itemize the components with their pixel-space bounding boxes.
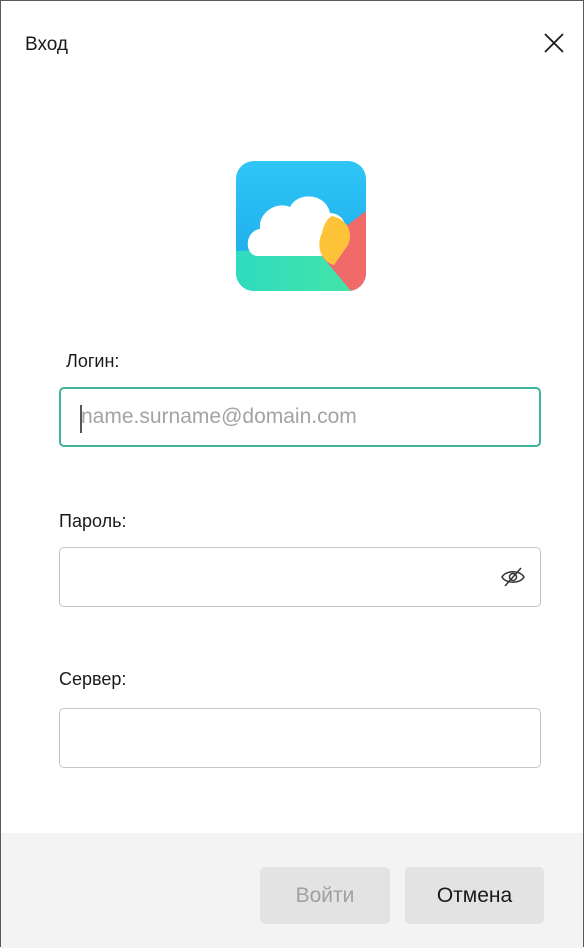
title-bar: Вход <box>1 1 583 87</box>
text-caret <box>80 405 82 433</box>
dialog-footer: Войти Отмена <box>1 833 583 948</box>
cancel-button[interactable]: Отмена <box>405 867 544 924</box>
password-field[interactable] <box>59 547 541 607</box>
server-label: Сервер: <box>59 669 127 689</box>
eye-slash-icon[interactable] <box>500 566 526 588</box>
close-icon[interactable] <box>539 28 569 58</box>
password-label: Пароль: <box>59 511 127 531</box>
login-field[interactable] <box>59 387 541 447</box>
login-dialog: Вход Логин: name.surname@domain.com Паро… <box>0 0 584 948</box>
password-input[interactable] <box>60 548 540 606</box>
cloud-logo-icon <box>236 161 366 291</box>
dialog-title: Вход <box>25 34 68 55</box>
server-input[interactable] <box>60 709 540 767</box>
login-button[interactable]: Войти <box>260 867 390 924</box>
login-label: Логин: <box>66 351 120 371</box>
login-input[interactable] <box>61 389 539 445</box>
server-field[interactable] <box>59 708 541 768</box>
